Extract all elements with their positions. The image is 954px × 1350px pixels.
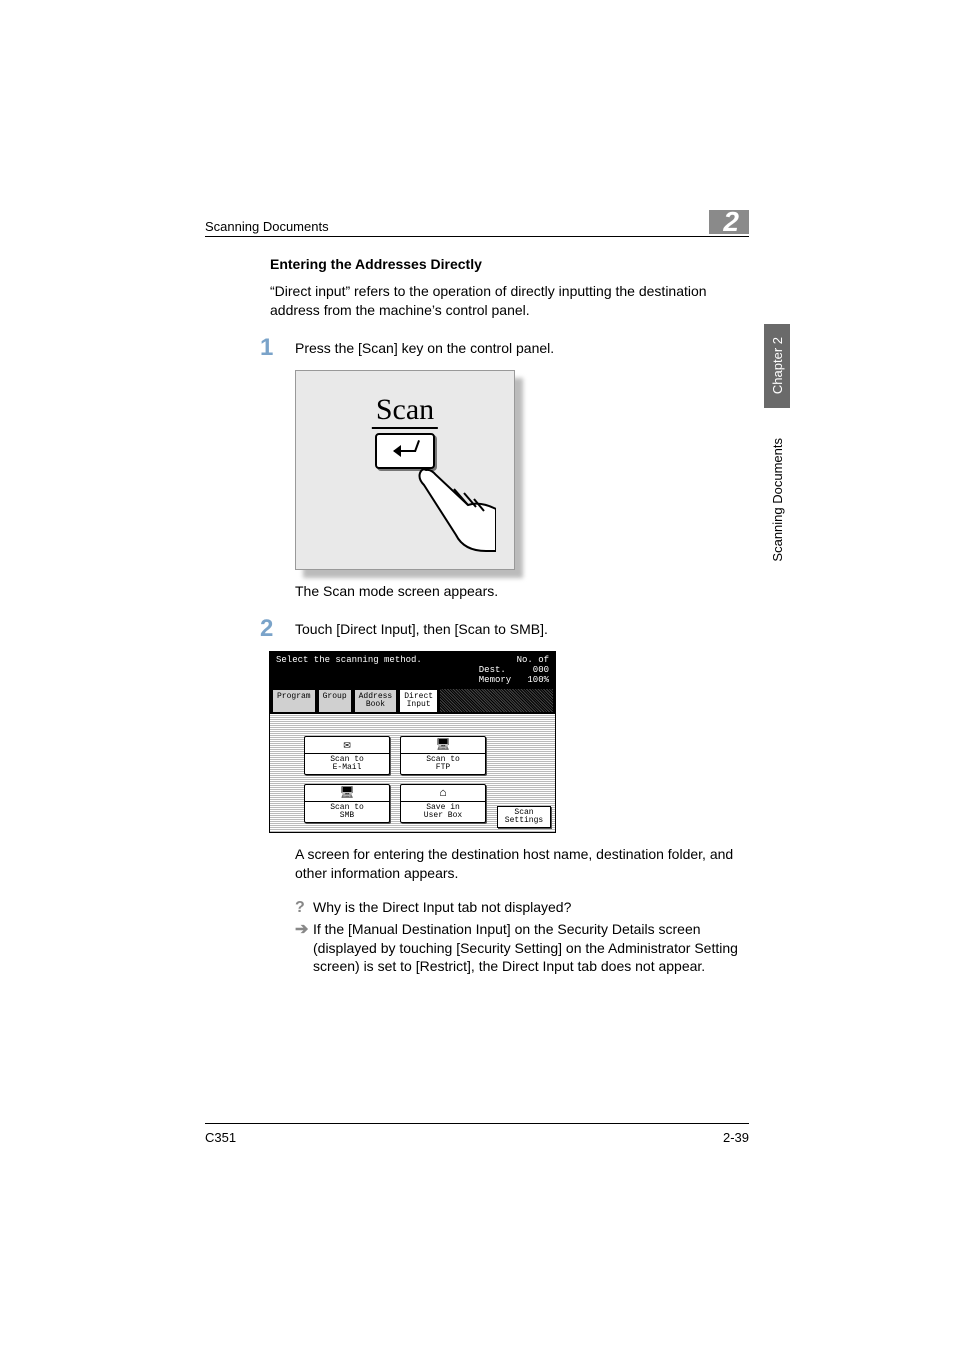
user-box-icon: ⌂ xyxy=(439,787,446,799)
intro-text: “Direct input” refers to the operation o… xyxy=(270,282,745,320)
tab-direct-input[interactable]: Direct Input xyxy=(399,689,438,712)
tab-program[interactable]: Program xyxy=(272,689,316,712)
step-2-result: A screen for entering the destination ho… xyxy=(295,845,745,883)
envelope-icon: ✉ xyxy=(343,739,350,751)
ftp-icon: 🖥 xyxy=(435,739,450,751)
screen-tab-row: Program Group Address Book Direct Input xyxy=(270,689,555,714)
scan-to-smb-button[interactable]: 🖥 Scan to SMB xyxy=(304,784,390,823)
footer-page-number: 2-39 xyxy=(723,1130,749,1145)
arrow-left-icon xyxy=(394,450,416,452)
step-1-number: 1 xyxy=(260,336,295,360)
content-column: Entering the Addresses Directly “Direct … xyxy=(270,256,745,976)
scan-key-label: Scan xyxy=(372,393,438,429)
footer-model: C351 xyxy=(205,1130,236,1145)
tab-address-book[interactable]: Address Book xyxy=(354,689,398,712)
save-in-user-box-button[interactable]: ⌂ Save in User Box xyxy=(400,784,486,823)
page-header: Scanning Documents 2 xyxy=(205,210,749,237)
question-text: Why is the Direct Input tab not displaye… xyxy=(313,898,745,917)
answer-text: If the [Manual Destination Input] on the… xyxy=(313,920,745,977)
chapter-number-badge: 2 xyxy=(709,210,749,234)
step-2-text: Touch [Direct Input], then [Scan to SMB]… xyxy=(295,617,548,637)
step-1-text: Press the [Scan] key on the control pane… xyxy=(295,336,554,356)
screen-status: No. of Dest. 000 Memory 100% xyxy=(479,655,549,686)
step-1: 1 Press the [Scan] key on the control pa… xyxy=(260,336,745,360)
side-chapter-tab: Chapter 2 xyxy=(764,324,790,408)
figure-touchscreen: Select the scanning method. No. of Dest.… xyxy=(269,651,556,833)
scan-settings-button[interactable]: Scan Settings xyxy=(497,806,551,828)
smb-icon: 🖥 xyxy=(339,787,354,799)
screen-body: ✉ Scan to E-Mail 🖥 Scan to FTP 🖥 Scan to… xyxy=(270,714,555,832)
scan-to-ftp-button[interactable]: 🖥 Scan to FTP xyxy=(400,736,486,775)
question-icon: ? xyxy=(295,898,313,917)
scan-to-email-button[interactable]: ✉ Scan to E-Mail xyxy=(304,736,390,775)
figure-scan-key: Scan xyxy=(295,370,515,570)
page-footer: C351 2-39 xyxy=(205,1123,749,1145)
step-2-number: 2 xyxy=(260,617,295,641)
tab-filler xyxy=(440,689,553,712)
scan-key-button xyxy=(375,433,435,469)
header-title: Scanning Documents xyxy=(205,219,329,234)
finger-press-icon xyxy=(416,465,496,555)
tab-group[interactable]: Group xyxy=(318,689,352,712)
side-section-label: Scanning Documents xyxy=(766,420,788,580)
step-1-result: The Scan mode screen appears. xyxy=(295,582,745,601)
section-title: Entering the Addresses Directly xyxy=(270,256,745,272)
qa-block: ? Why is the Direct Input tab not displa… xyxy=(295,898,745,976)
answer-arrow-icon: ➔ xyxy=(295,920,313,939)
screen-prompt: Select the scanning method. xyxy=(276,655,422,686)
step-2: 2 Touch [Direct Input], then [Scan to SM… xyxy=(260,617,745,641)
